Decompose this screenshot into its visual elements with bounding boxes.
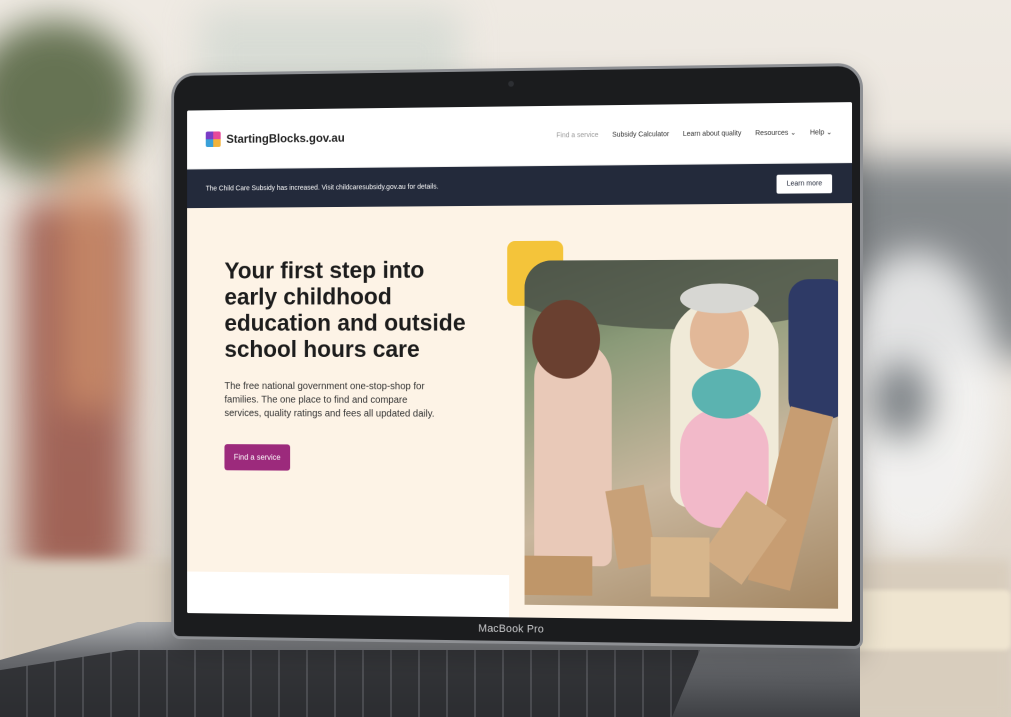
hero-title: Your first step into early childhood edu… xyxy=(224,257,466,363)
nav-subsidy-calculator[interactable]: Subsidy Calculator xyxy=(612,131,669,139)
hero-bottom-strip xyxy=(187,571,510,619)
camera-icon xyxy=(508,80,514,87)
nav-learn-about-quality[interactable]: Learn about quality xyxy=(683,130,742,138)
chevron-down-icon: ⌄ xyxy=(790,129,797,137)
hero-photo xyxy=(524,259,839,609)
device-label: MacBook Pro xyxy=(478,622,544,636)
browser-screen: StartingBlocks.gov.au Find a service Sub… xyxy=(187,102,853,622)
logo-mark-icon[interactable] xyxy=(205,131,221,148)
nav-find-a-service[interactable]: Find a service xyxy=(556,131,598,138)
site-header: StartingBlocks.gov.au Find a service Sub… xyxy=(187,102,853,170)
main-nav: Find a service Subsidy Calculator Learn … xyxy=(556,128,832,139)
banner-text: The Child Care Subsidy has increased. Vi… xyxy=(205,183,439,193)
nav-resources-label: Resources xyxy=(755,129,789,138)
laptop-lid: StartingBlocks.gov.au Find a service Sub… xyxy=(174,66,860,646)
laptop-keyboard xyxy=(0,650,700,717)
nav-help[interactable]: Help ⌄ xyxy=(810,128,832,136)
site-logo[interactable]: StartingBlocks.gov.au xyxy=(226,131,344,146)
chevron-down-icon: ⌄ xyxy=(826,129,833,137)
nav-resources[interactable]: Resources ⌄ xyxy=(755,129,796,137)
nav-help-label: Help xyxy=(809,129,825,137)
hero-description: The free national government one-stop-sh… xyxy=(224,381,435,420)
hero-section: Your first step into early childhood edu… xyxy=(187,203,853,622)
learn-more-button[interactable]: Learn more xyxy=(776,173,833,194)
announcement-banner: The Child Care Subsidy has increased. Vi… xyxy=(187,163,853,209)
hero-content: Your first step into early childhood edu… xyxy=(224,257,480,472)
find-a-service-button[interactable]: Find a service xyxy=(224,444,290,471)
